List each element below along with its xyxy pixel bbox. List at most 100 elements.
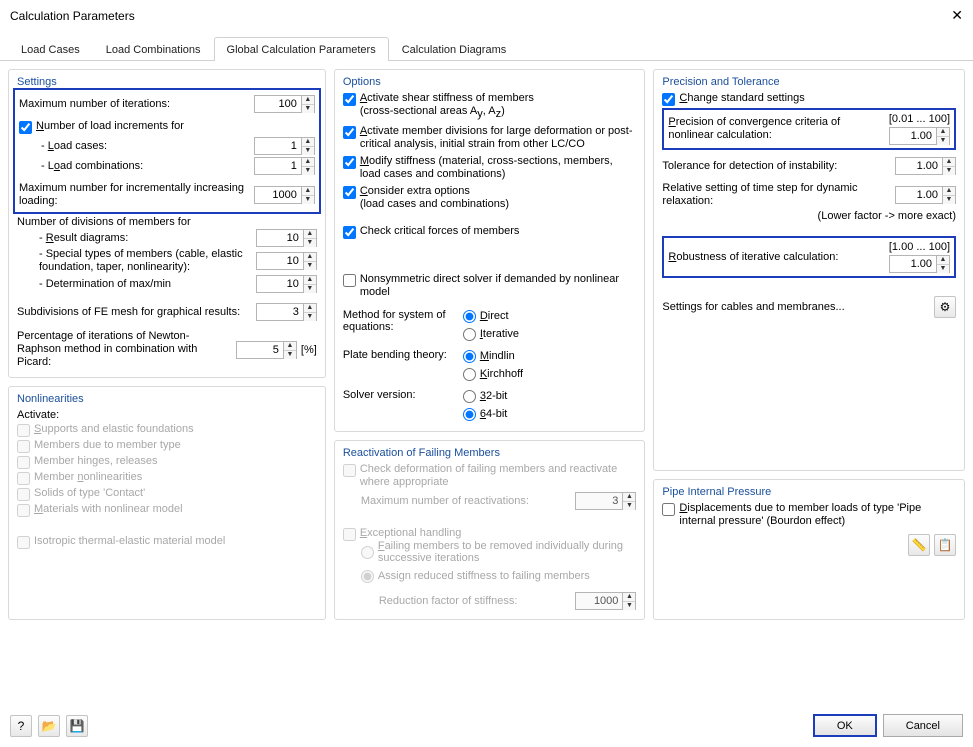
load-cases-spinner[interactable]: ▲▼ (254, 137, 315, 155)
shear-label: Activate shear stiffness of members(cros… (360, 92, 534, 121)
mindlin-radio[interactable] (463, 350, 476, 363)
64bit-radio[interactable] (463, 408, 476, 421)
max-iterations-input[interactable] (255, 96, 301, 112)
num-load-increments-label: Number of load increments for (36, 120, 184, 133)
nl-iso-checkbox (17, 536, 30, 549)
32bit-radio[interactable] (463, 390, 476, 403)
load-cases-label: - Load cases: (19, 140, 254, 153)
reactivation-title: Reactivation of Failing Members (343, 447, 637, 459)
maxmin-spinner[interactable]: ▲▼ (256, 275, 317, 293)
max-iterations-label: Maximum number of iterations: (19, 98, 254, 111)
react-check-label: Check deformation of failing members and… (360, 463, 637, 489)
instab-spinner[interactable]: ▲▼ (895, 157, 956, 175)
cables-label: Settings for cables and membranes... (662, 301, 934, 314)
divisions-header: Number of divisions of members for (17, 216, 317, 228)
open-button[interactable]: 📂 (38, 715, 60, 737)
nonlinearities-title: Nonlinearities (17, 393, 317, 405)
conv-spinner[interactable]: ▲▼ (889, 127, 950, 145)
tab-strip: Load Cases Load Combinations Global Calc… (0, 36, 973, 61)
max-incr-spinner[interactable]: ▲▼ (254, 186, 315, 204)
critical-label: Check critical forces of members (360, 225, 520, 238)
nl-materials-checkbox (17, 504, 30, 517)
change-std-checkbox[interactable] (662, 93, 675, 106)
max-iterations-spinner[interactable]: ▲▼ (254, 95, 315, 113)
shear-checkbox[interactable] (343, 93, 356, 106)
robust-label: Robustness of iterative calculation: (668, 251, 888, 264)
subdiv-spinner[interactable]: ▲▼ (256, 303, 317, 321)
max-react-label: Maximum number of reactivations: (361, 495, 576, 508)
options-panel: Options Activate shear stiffness of memb… (334, 69, 646, 432)
nl-memnl-label: Member nonlinearities (34, 471, 142, 484)
32bit-label: 32-bit (480, 390, 508, 402)
extra-checkbox[interactable] (343, 186, 356, 199)
save-button[interactable]: 💾 (66, 715, 88, 737)
maxmin-label: - Determination of max/min (17, 278, 256, 291)
conv-label: Precision of convergence criteria of non… (668, 116, 888, 142)
nl-members-checkbox (17, 440, 30, 453)
picard-spinner[interactable]: ▲▼ (236, 341, 297, 359)
nonsym-label: Nonsymmetric direct solver if demanded b… (360, 273, 637, 299)
num-load-increments-checkbox[interactable] (19, 121, 32, 134)
nl-materials-label: Materials with nonlinear model (34, 503, 183, 516)
picard-unit: [%] (301, 344, 317, 356)
robust-range: [1.00 ... 100] (889, 241, 950, 253)
direct-radio[interactable] (463, 310, 476, 323)
nonsym-checkbox[interactable] (343, 274, 356, 287)
modstiff-checkbox[interactable] (343, 156, 356, 169)
tab-load-combinations[interactable]: Load Combinations (93, 37, 214, 61)
ok-button[interactable]: OK (813, 714, 877, 737)
spin-up-icon[interactable]: ▲ (302, 96, 314, 105)
react-check-checkbox (343, 464, 356, 477)
extra-label: Consider extra options(load cases and co… (360, 185, 509, 211)
pipe-disp-label: Displacements due to member loads of typ… (679, 502, 956, 528)
fail-remove-label: Failing members to be removed individual… (378, 540, 637, 564)
iterative-radio[interactable] (463, 328, 476, 341)
nl-memnl-checkbox (17, 472, 30, 485)
critical-checkbox[interactable] (343, 226, 356, 239)
load-cases-input[interactable] (255, 138, 301, 154)
max-react-spinner: ▲▼ (575, 492, 636, 510)
robust-spinner[interactable]: ▲▼ (889, 255, 950, 273)
plate-label: Plate bending theory: (343, 347, 463, 383)
mindlin-label: Mindlin (480, 350, 515, 362)
nl-supports-label: Supports and elastic foundations (34, 423, 194, 436)
precision-title: Precision and Tolerance (662, 76, 956, 88)
instab-label: Tolerance for detection of instability: (662, 160, 895, 173)
memdiv-checkbox[interactable] (343, 126, 356, 139)
load-combos-label: - Load combinations: (19, 160, 254, 173)
cables-settings-button[interactable]: ⚙ (934, 296, 956, 318)
units-button[interactable]: 📏 (908, 534, 930, 556)
direct-label: Direct (480, 310, 509, 322)
defaults-button[interactable]: 📋 (934, 534, 956, 556)
max-incr-input[interactable] (255, 187, 301, 203)
relax-note: (Lower factor -> more exact) (662, 210, 956, 222)
special-types-spinner[interactable]: ▲▼ (256, 252, 317, 270)
load-combos-spinner[interactable]: ▲▼ (254, 157, 315, 175)
pipe-disp-checkbox[interactable] (662, 503, 675, 516)
result-diagrams-spinner[interactable]: ▲▼ (256, 229, 317, 247)
load-combos-input[interactable] (255, 158, 301, 174)
kirchhoff-radio[interactable] (463, 368, 476, 381)
nl-hinges-label: Member hinges, releases (34, 455, 158, 468)
result-diagrams-label: - Result diagrams: (17, 232, 256, 245)
help-button[interactable]: ? (10, 715, 32, 737)
pipe-title: Pipe Internal Pressure (662, 486, 956, 498)
max-incr-label: Maximum number for incrementally increas… (19, 182, 254, 208)
conv-range: [0.01 ... 100] (889, 113, 950, 125)
memdiv-label: Activate member divisions for large defo… (360, 125, 637, 151)
relax-spinner[interactable]: ▲▼ (895, 186, 956, 204)
cancel-button[interactable]: Cancel (883, 714, 963, 737)
pipe-panel: Pipe Internal Pressure Displacements due… (653, 479, 965, 620)
activate-label: Activate: (17, 409, 317, 421)
change-std-label: Change standard settings (679, 92, 804, 105)
red-factor-spinner: ▲▼ (575, 592, 636, 610)
relax-label: Relative setting of time step for dynami… (662, 182, 895, 208)
fail-remove-radio (361, 546, 374, 559)
method-label: Method for system of equations: (343, 307, 463, 343)
tab-load-cases[interactable]: Load Cases (8, 37, 93, 61)
tab-calc-diagrams[interactable]: Calculation Diagrams (389, 37, 520, 61)
tab-global-params[interactable]: Global Calculation Parameters (214, 37, 389, 61)
spin-down-icon[interactable]: ▼ (302, 105, 314, 113)
nl-solids-label: Solids of type 'Contact' (34, 487, 145, 500)
close-icon[interactable]: ✕ (951, 7, 963, 24)
